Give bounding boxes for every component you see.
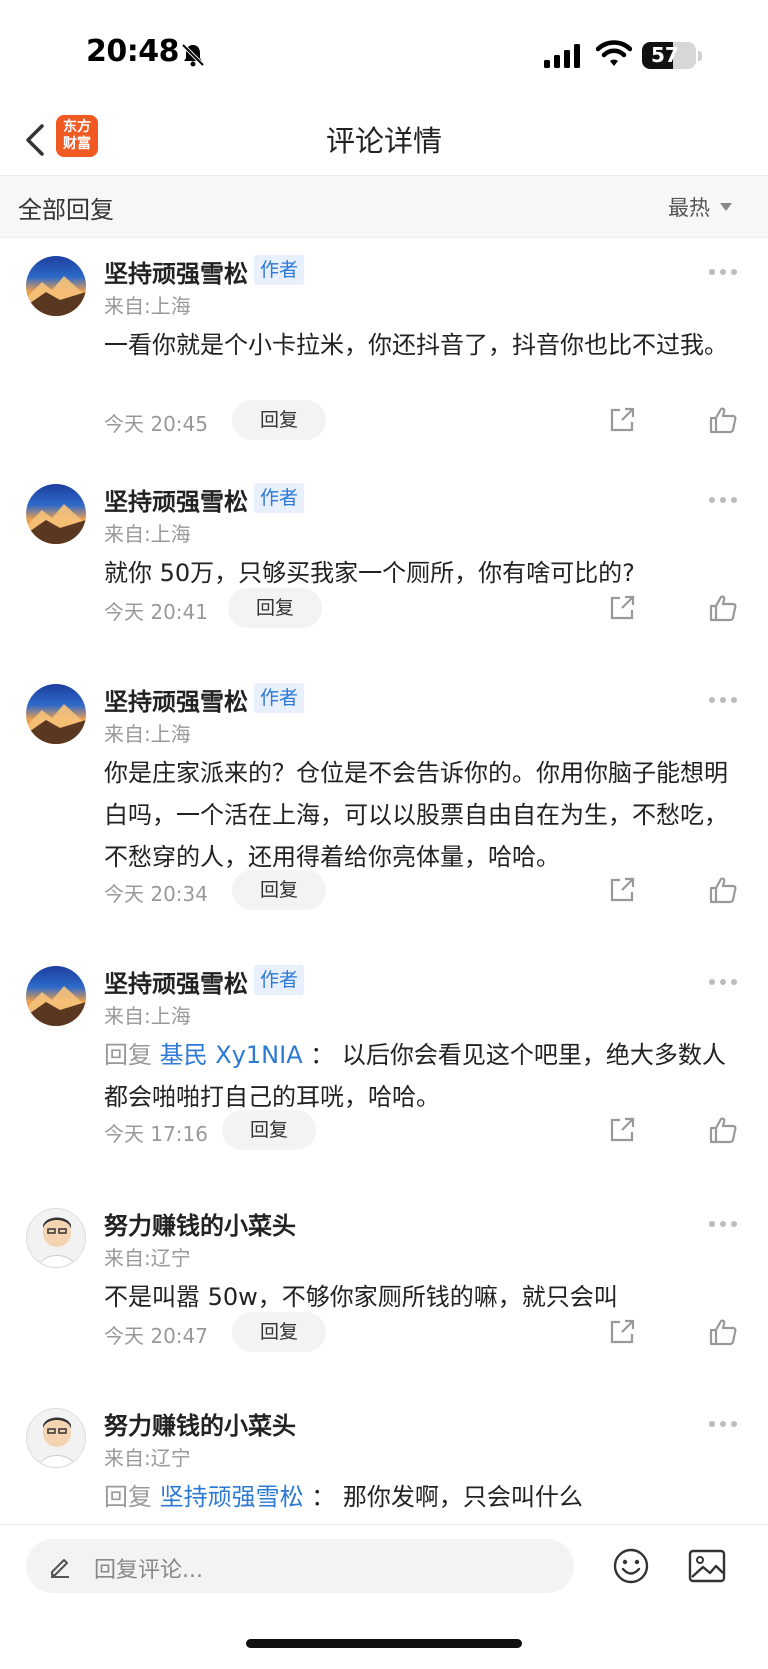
avatar[interactable]: [26, 684, 86, 744]
page-title: 评论详情: [325, 124, 442, 158]
status-time: 20:48: [86, 34, 180, 69]
emoji-icon[interactable]: [612, 1547, 650, 1585]
comment-time: 今天 17:16: [104, 1122, 208, 1146]
reply-body: ： 那你发啊，只会叫什么: [311, 1483, 583, 1511]
reply-button[interactable]: 回复: [232, 400, 326, 440]
comment-time: 今天 20:45: [104, 412, 208, 436]
user-name[interactable]: 努力赚钱的小菜头: [104, 1406, 296, 1441]
all-replies-label: 全部回复: [18, 196, 114, 224]
battery-tip: [698, 51, 702, 61]
author-badge: 作者: [254, 255, 305, 285]
reply-input[interactable]: 回复评论...: [26, 1539, 574, 1593]
author-badge: 作者: [254, 483, 305, 513]
location-label: 来自:上海: [104, 722, 191, 746]
location-label: 来自:上海: [104, 522, 191, 546]
comment-time: 今天 20:41: [104, 600, 208, 624]
share-icon[interactable]: [608, 406, 636, 434]
thumbs-up-icon[interactable]: [708, 1115, 738, 1145]
user-name[interactable]: 坚持顽强雪松: [104, 964, 248, 999]
reply-button[interactable]: 回复: [232, 1312, 326, 1352]
caret-down-icon: [720, 203, 732, 211]
comment-text: 不是叫嚣 50w，不够你家厕所钱的嘛，就只会叫: [104, 1283, 618, 1311]
status-bar: 20:48 57: [0, 0, 768, 108]
location-label: 来自:上海: [104, 294, 191, 318]
comment-time: 今天 20:47: [104, 1324, 208, 1348]
sort-dropdown[interactable]: 最热: [668, 192, 732, 222]
comment-text: 你是庄家派来的？仓位是不会告诉你的。你用你脑子能想明白吗，一个活在上海，可以以股…: [104, 759, 728, 871]
home-indicator: [246, 1639, 522, 1648]
thumbs-up-icon[interactable]: [708, 1317, 738, 1347]
more-dots-icon[interactable]: [708, 1420, 738, 1428]
location-label: 来自:上海: [104, 1004, 191, 1028]
comment-time: 今天 20:34: [104, 882, 208, 906]
comment-text: 回复 坚持顽强雪松 ： 那你发啊，只会叫什么: [104, 1476, 734, 1518]
thumbs-up-icon[interactable]: [708, 405, 738, 435]
more-dots-icon[interactable]: [708, 978, 738, 986]
user-name[interactable]: 坚持顽强雪松: [104, 254, 248, 289]
reply-target-user[interactable]: 坚持顽强雪松: [160, 1483, 304, 1511]
avatar[interactable]: [26, 256, 86, 316]
more-dots-icon[interactable]: [708, 696, 738, 704]
user-name[interactable]: 努力赚钱的小菜头: [104, 1206, 296, 1241]
location-label: 来自:辽宁: [104, 1446, 191, 1470]
comment-item: 努力赚钱的小菜头 来自:辽宁 回复 坚持顽强雪松 ： 那你发啊，只会叫什么: [0, 1390, 768, 1524]
more-dots-icon[interactable]: [708, 268, 738, 276]
battery-indicator: 57: [642, 42, 696, 69]
comment-item: 努力赚钱的小菜头 来自:辽宁 不是叫嚣 50w，不够你家厕所钱的嘛，就只会叫 今…: [0, 1190, 768, 1380]
reply-button[interactable]: 回复: [222, 1110, 316, 1150]
reply-button[interactable]: 回复: [232, 870, 326, 910]
thumbs-up-icon[interactable]: [708, 875, 738, 905]
share-icon[interactable]: [608, 594, 636, 622]
reply-prefix: 回复: [104, 1041, 152, 1069]
battery-level: 57: [651, 43, 679, 67]
cellular-signal-icon: [544, 44, 580, 68]
avatar[interactable]: [26, 1208, 86, 1268]
author-badge: 作者: [254, 683, 305, 713]
filter-bar: 全部回复 最热: [0, 176, 768, 238]
comment-item: 坚持顽强雪松 作者 来自:上海 你是庄家派来的？仓位是不会告诉你的。你用你脑子能…: [0, 666, 768, 936]
user-name[interactable]: 坚持顽强雪松: [104, 682, 248, 717]
author-badge: 作者: [254, 965, 305, 995]
share-icon[interactable]: [608, 876, 636, 904]
reply-target-user[interactable]: 基民 Xy1NIA: [160, 1041, 303, 1069]
more-dots-icon[interactable]: [708, 496, 738, 504]
comment-item: 坚持顽强雪松 作者 来自:上海 就你 50万，只够买我家一个厕所，你有啥可比的?…: [0, 466, 768, 656]
bottom-reply-bar: 回复评论...: [0, 1524, 768, 1669]
comment-item: 坚持顽强雪松 作者 来自:上海 一看你就是个小卡拉米，你还抖音了，抖音你也比不过…: [0, 238, 768, 458]
silent-bell-icon: [181, 43, 205, 67]
more-dots-icon[interactable]: [708, 1220, 738, 1228]
reply-button[interactable]: 回复: [228, 588, 322, 628]
reply-prefix: 回复: [104, 1483, 152, 1511]
sort-label: 最热: [668, 196, 710, 220]
location-label: 来自:辽宁: [104, 1246, 191, 1270]
thumbs-up-icon[interactable]: [708, 593, 738, 623]
avatar[interactable]: [26, 484, 86, 544]
comment-item: 坚持顽强雪松 作者 来自:上海 回复 基民 Xy1NIA ： 以后你会看见这个吧…: [0, 948, 768, 1178]
comment-text: 就你 50万，只够买我家一个厕所，你有啥可比的?: [104, 559, 635, 587]
comment-text: 一看你就是个小卡拉米，你还抖音了，抖音你也比不过我。: [104, 331, 728, 359]
pencil-icon: [51, 1559, 69, 1578]
share-icon[interactable]: [608, 1318, 636, 1346]
avatar[interactable]: [26, 1408, 86, 1468]
reply-placeholder: 回复评论...: [94, 1558, 203, 1583]
avatar[interactable]: [26, 966, 86, 1026]
wifi-icon: [596, 40, 632, 66]
user-name[interactable]: 坚持顽强雪松: [104, 482, 248, 517]
image-icon[interactable]: [688, 1549, 726, 1583]
comment-text: 回复 基民 Xy1NIA ： 以后你会看见这个吧里，绝大多数人都会啪啪打自己的耳…: [104, 1034, 734, 1118]
nav-bar: 东方 财富 评论详情: [0, 108, 768, 176]
share-icon[interactable]: [608, 1116, 636, 1144]
